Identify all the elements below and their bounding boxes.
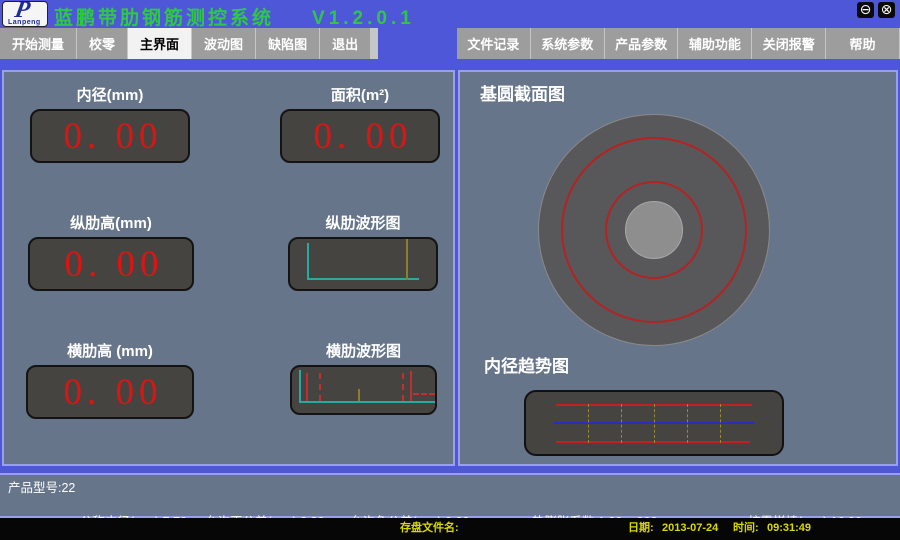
app-title: 蓝鹏带肋钢筋测控系统 — [54, 8, 274, 29]
trend-view-title: 内径趋势图 — [484, 352, 569, 377]
core-circle — [625, 201, 683, 259]
visualization-panel: 基圆截面图 内径趋势图 — [458, 70, 898, 466]
close-alarm-button[interactable]: 关闭报警 — [752, 28, 825, 59]
date-label: 日期: — [628, 518, 654, 538]
status-product-model: 产品型号:22 — [8, 480, 75, 497]
window-controls: ⊖ ⊗ — [857, 2, 895, 18]
gauge-label: 面积(m²) — [280, 84, 440, 106]
spike-line — [306, 373, 308, 401]
seven-segment-display: 0. 00 — [28, 237, 194, 291]
cross-rib-waveform-chart — [290, 365, 437, 415]
measurement-panel: 内径(mm) 0. 00 面积(m²) 0. 00 纵肋高(mm) 0. 00 … — [2, 70, 455, 466]
time-label: 时间: — [733, 518, 759, 538]
product-params-button[interactable]: 产品参数 — [605, 28, 678, 59]
gauge-inner-diameter: 内径(mm) 0. 00 — [30, 84, 190, 163]
gauge-label: 横肋高 (mm) — [26, 340, 194, 362]
grid-line — [654, 404, 655, 443]
auxiliary-functions-button[interactable]: 辅助功能 — [678, 28, 751, 59]
bottom-bar: 存盘文件名: 日期: 2013-07-24 时间: 09:31:49 — [0, 518, 900, 540]
time-value: 09:31:49 — [767, 518, 811, 538]
main-area: 内径(mm) 0. 00 面积(m²) 0. 00 纵肋高(mm) 0. 00 … — [2, 70, 898, 470]
cross-rib-waveform-block: 横肋波形图 — [290, 340, 437, 415]
y-axis-line — [307, 243, 309, 280]
gauge-value: 0. 00 — [58, 115, 163, 158]
seven-segment-display: 0. 00 — [280, 109, 440, 163]
app-logo: P Lanpeng — [2, 1, 48, 27]
app-version: V1.2.0.1 — [312, 8, 415, 29]
limit-dashed-line — [413, 393, 435, 395]
grid-line — [687, 404, 688, 443]
defect-chart-button[interactable]: 缺陷图 — [256, 28, 319, 59]
spike-line — [410, 371, 412, 401]
grid-line — [588, 404, 589, 443]
status-bar: 产品型号:22 公称内径(mm):7.70 横肋高(mm):0.80 允许正公差… — [0, 473, 900, 518]
waveform-label: 纵肋波形图 — [288, 212, 438, 234]
long-rib-waveform-block: 纵肋波形图 — [288, 212, 438, 291]
gauge-cross-rib-height: 横肋高 (mm) 0. 00 — [26, 340, 194, 419]
gauge-label: 纵肋高(mm) — [28, 212, 194, 234]
file-records-button[interactable]: 文件记录 — [457, 28, 530, 59]
marker-line — [406, 239, 408, 280]
base-circle-diagram — [538, 114, 770, 346]
zero-calibration-button[interactable]: 校零 — [77, 28, 127, 59]
app-window: P Lanpeng 蓝鹏带肋钢筋测控系统 V1.2.0.1 ⊖ ⊗ 开始测量 校零… — [0, 0, 900, 540]
y-axis-line — [299, 370, 301, 403]
spike-dashed-line — [402, 373, 404, 401]
save-file-label: 存盘文件名: — [400, 518, 459, 538]
window-title: 蓝鹏带肋钢筋测控系统 V1.2.0.1 — [54, 3, 415, 30]
gauge-label: 内径(mm) — [30, 84, 190, 106]
close-icon[interactable]: ⊗ — [878, 2, 895, 18]
inner-diameter-trend-chart — [524, 390, 784, 456]
seven-segment-display: 0. 00 — [30, 109, 190, 163]
gauge-area: 面积(m²) 0. 00 — [280, 84, 440, 163]
logo-text: Lanpeng — [8, 19, 41, 26]
section-view-title: 基圆截面图 — [480, 80, 565, 105]
toolbar: 开始测量 校零 主界面 波动图 缺陷图 退出 文件记录 系统参数 产品参数 辅助… — [0, 28, 900, 59]
title-bar: P Lanpeng 蓝鹏带肋钢筋测控系统 V1.2.0.1 ⊖ ⊗ — [0, 0, 900, 27]
marker-line — [358, 389, 360, 401]
exit-button[interactable]: 退出 — [320, 28, 370, 59]
toolbar-right-group: 文件记录 系统参数 产品参数 辅助功能 关闭报警 帮助 — [457, 28, 900, 59]
minimize-icon[interactable]: ⊖ — [857, 2, 874, 18]
date-value: 2013-07-24 — [662, 518, 718, 538]
spike-dashed-line — [319, 373, 321, 401]
system-params-button[interactable]: 系统参数 — [531, 28, 604, 59]
grid-line — [720, 404, 721, 443]
gauge-value: 0. 00 — [308, 115, 413, 158]
help-button[interactable]: 帮助 — [826, 28, 899, 59]
gauge-value: 0. 00 — [59, 243, 164, 286]
toolbar-left-group: 开始测量 校零 主界面 波动图 缺陷图 退出 — [0, 28, 378, 59]
main-screen-button[interactable]: 主界面 — [128, 28, 191, 59]
grid-line — [621, 404, 622, 443]
gauge-value: 0. 00 — [58, 371, 163, 414]
waveform-label: 横肋波形图 — [290, 340, 437, 362]
start-measure-button[interactable]: 开始测量 — [0, 28, 76, 59]
long-rib-waveform-chart — [288, 237, 438, 291]
x-axis-line — [307, 278, 419, 280]
seven-segment-display: 0. 00 — [26, 365, 194, 419]
fluctuation-chart-button[interactable]: 波动图 — [192, 28, 255, 59]
x-axis-line — [299, 401, 435, 403]
gauge-long-rib-height: 纵肋高(mm) 0. 00 — [28, 212, 194, 291]
